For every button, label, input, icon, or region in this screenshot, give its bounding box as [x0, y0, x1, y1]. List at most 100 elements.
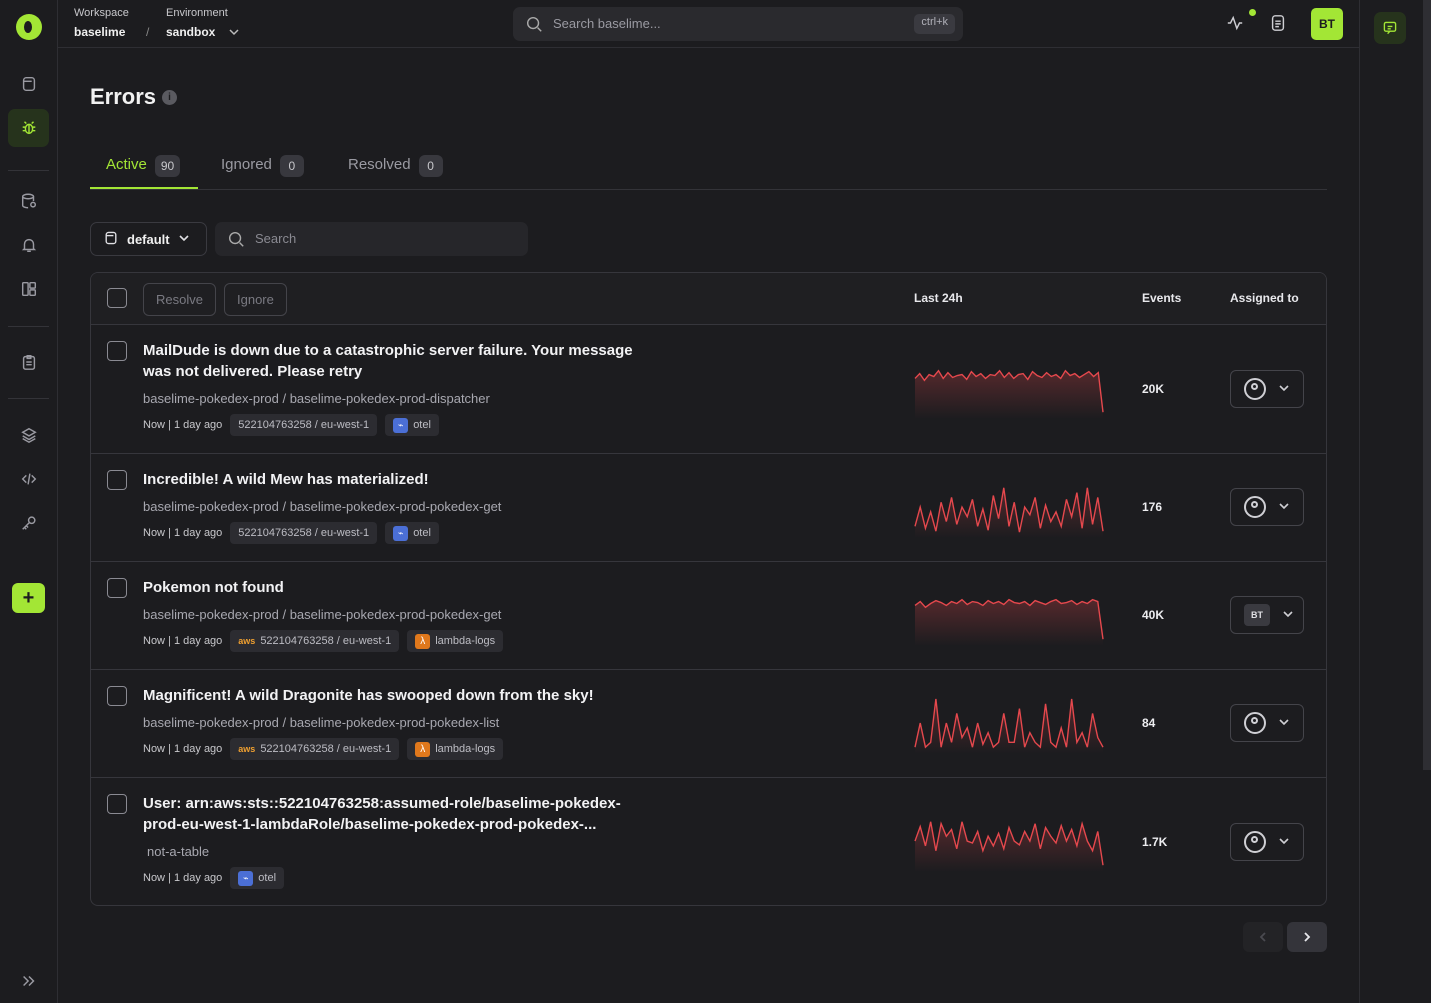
assign-dropdown[interactable] — [1230, 704, 1304, 742]
baselime-logo[interactable] — [16, 14, 42, 40]
sparkline-chart — [914, 487, 1104, 538]
event-count: 20K — [1142, 382, 1165, 396]
environment-selector[interactable]: sandbox — [166, 25, 215, 39]
tab-resolved[interactable]: Resolved 0 — [348, 146, 443, 189]
workspace-selector[interactable]: baselime — [74, 25, 125, 39]
error-time: Now | 1 day ago — [143, 743, 223, 755]
error-meta: Now | 1 day ago ⌁ otel — [143, 867, 285, 889]
tab-count-badge: 0 — [418, 155, 443, 177]
error-title[interactable]: User: arn:aws:sts::522104763258:assumed-… — [143, 793, 643, 835]
global-search[interactable]: Search baselime... ctrl+k — [513, 7, 963, 41]
tab-label: Ignored — [221, 156, 272, 173]
event-count: 176 — [1142, 500, 1163, 514]
dataset-icon — [103, 230, 119, 249]
error-meta: Now | 1 day ago 522104763258 / eu-west-1… — [143, 522, 439, 544]
column-events: Events — [1142, 291, 1182, 305]
user-avatar[interactable]: BT — [1311, 8, 1343, 40]
event-count: 84 — [1142, 716, 1156, 730]
source-text: lambda-logs — [435, 743, 496, 755]
chat-icon[interactable] — [1374, 12, 1406, 44]
table-row[interactable]: MailDude is down due to a catastrophic s… — [91, 325, 1326, 454]
error-meta: Now | 1 day ago aws 522104763258 / eu-wes… — [143, 630, 504, 652]
add-button[interactable]: + — [12, 583, 45, 613]
activity-icon[interactable] — [1226, 14, 1244, 35]
lambda-icon: λ — [415, 633, 431, 649]
query-database-icon[interactable] — [8, 182, 49, 220]
account-text: 522104763258 / eu-west-1 — [260, 635, 392, 647]
otel-icon: ⌁ — [238, 870, 254, 886]
prev-page-button[interactable] — [1243, 922, 1283, 952]
error-title[interactable]: Pokemon not found — [143, 577, 643, 598]
sparkline-area — [915, 487, 1103, 538]
chevron-down-icon — [1278, 382, 1290, 397]
expand-sidebar-icon[interactable] — [8, 962, 49, 1000]
account-text: 522104763258 / eu-west-1 — [260, 743, 392, 755]
otel-icon: ⌁ — [393, 525, 409, 541]
error-time: Now | 1 day ago — [143, 527, 223, 539]
row-checkbox[interactable] — [107, 794, 127, 814]
table-row[interactable]: Magnificent! A wild Dragonite has swoope… — [91, 670, 1326, 778]
error-time: Now | 1 day ago — [143, 872, 223, 884]
table-row[interactable]: User: arn:aws:sts::522104763258:assumed-… — [91, 778, 1326, 905]
assign-dropdown[interactable] — [1230, 488, 1304, 526]
layers-icon[interactable] — [8, 416, 49, 454]
table-row[interactable]: Incredible! A wild Mew has materialized!… — [91, 454, 1326, 562]
rail-divider — [8, 326, 49, 327]
sparkline-chart — [914, 698, 1104, 754]
error-meta: Now | 1 day ago 522104763258 / eu-west-1… — [143, 414, 439, 436]
next-page-button[interactable] — [1287, 922, 1327, 952]
account-badge: 522104763258 / eu-west-1 — [230, 522, 378, 544]
user-icon — [1244, 831, 1266, 853]
datasets-icon[interactable] — [8, 65, 49, 103]
status-tabs: Active 90 Ignored 0 Resolved 0 — [90, 146, 1327, 190]
search-icon — [227, 230, 245, 251]
error-title[interactable]: MailDude is down due to a catastrophic s… — [143, 340, 643, 382]
tab-label: Resolved — [348, 156, 411, 173]
assignee-avatar: BT — [1244, 604, 1270, 626]
assign-dropdown[interactable] — [1230, 370, 1304, 408]
error-meta: Now | 1 day ago aws 522104763258 / eu-wes… — [143, 738, 504, 760]
top-bar: Workspace baselime / Environment sandbox… — [58, 0, 1359, 48]
code-icon[interactable] — [8, 460, 49, 498]
table-row[interactable]: Pokemon not found baselime-pokedex-prod … — [91, 562, 1326, 670]
assign-dropdown[interactable] — [1230, 823, 1304, 861]
key-icon[interactable] — [8, 504, 49, 542]
search-icon — [525, 15, 543, 36]
tab-active[interactable]: Active 90 — [90, 146, 198, 189]
dashboards-icon[interactable] — [8, 270, 49, 308]
row-checkbox[interactable] — [107, 341, 127, 361]
assign-dropdown[interactable]: BT — [1230, 596, 1304, 634]
source-badge: ⌁ otel — [385, 414, 439, 436]
status-dot — [1249, 9, 1256, 16]
errors-table: Resolve Ignore Last 24h Events Assigned … — [90, 272, 1327, 906]
select-all-checkbox[interactable] — [107, 288, 127, 308]
column-assigned: Assigned to — [1230, 291, 1299, 305]
info-icon[interactable]: i — [162, 90, 177, 105]
ignore-button[interactable]: Ignore — [224, 283, 287, 316]
error-search-input[interactable]: Search — [215, 222, 528, 256]
tab-ignored[interactable]: Ignored 0 — [221, 146, 304, 189]
table-header: Resolve Ignore Last 24h Events Assigned … — [91, 273, 1326, 325]
dataset-dropdown[interactable]: default — [90, 222, 207, 256]
lambda-icon: λ — [415, 741, 431, 757]
chevron-down-icon — [1278, 716, 1290, 731]
error-title[interactable]: Incredible! A wild Mew has materialized! — [143, 469, 643, 490]
docs-icon[interactable] — [1269, 14, 1287, 35]
clipboard-icon[interactable] — [8, 343, 49, 381]
alerts-bell-icon[interactable] — [8, 226, 49, 264]
resolve-button[interactable]: Resolve — [143, 283, 216, 316]
sparkline-chart — [914, 598, 1104, 646]
row-checkbox[interactable] — [107, 686, 127, 706]
row-checkbox[interactable] — [107, 578, 127, 598]
chevron-down-icon[interactable] — [228, 26, 240, 41]
chevron-down-icon — [1282, 608, 1294, 623]
error-service-path: baselime-pokedex-prod / baselime-pokedex… — [143, 391, 490, 406]
errors-bug-icon[interactable] — [8, 109, 49, 147]
otel-icon: ⌁ — [393, 417, 409, 433]
row-checkbox[interactable] — [107, 470, 127, 490]
rail-divider — [8, 170, 49, 171]
user-icon — [1244, 712, 1266, 734]
error-title[interactable]: Magnificent! A wild Dragonite has swoope… — [143, 685, 643, 706]
scrollbar[interactable] — [1423, 0, 1431, 770]
account-badge: aws 522104763258 / eu-west-1 — [230, 630, 400, 652]
